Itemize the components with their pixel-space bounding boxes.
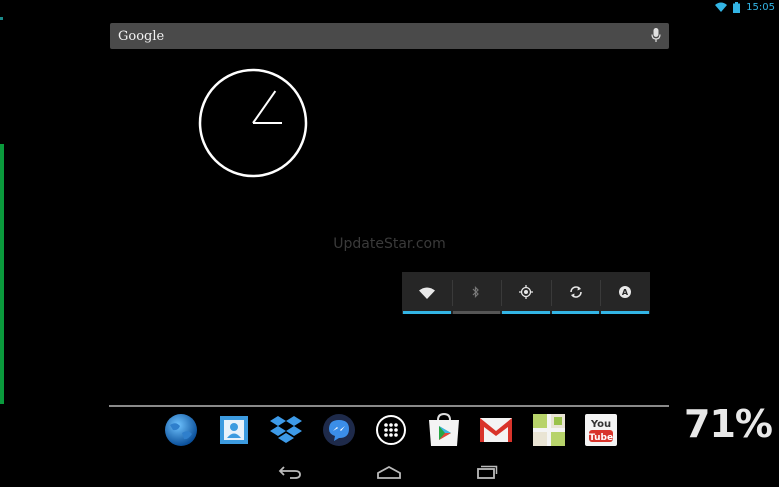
clock-hour-hand (252, 90, 277, 124)
contacts-app[interactable] (208, 412, 261, 452)
youtube-icon: You Tube (585, 414, 618, 450)
messenger-app[interactable] (313, 412, 366, 452)
gps-toggle[interactable] (501, 272, 551, 314)
home-icon (376, 464, 402, 483)
back-button[interactable] (270, 462, 310, 484)
app-dock: You Tube (155, 412, 628, 452)
gmail-app[interactable] (470, 412, 523, 452)
wifi-icon (715, 2, 728, 12)
corner-indicator (0, 17, 3, 20)
battery-percent-widget[interactable]: 71% (684, 402, 773, 446)
bluetooth-icon (472, 284, 480, 303)
maps-icon (532, 413, 566, 451)
wifi-icon (418, 284, 435, 303)
gmail-icon (479, 416, 513, 448)
bluetooth-toggle[interactable] (451, 272, 502, 314)
sync-icon (569, 284, 583, 303)
recent-apps-icon (476, 464, 498, 483)
home-button[interactable] (369, 462, 409, 484)
messenger-icon (322, 413, 356, 451)
sync-indicator (551, 311, 600, 314)
gps-icon (518, 284, 533, 303)
globe-icon (164, 413, 198, 451)
google-logo: Google (118, 28, 165, 44)
watermark-text: UpdateStar.com (333, 236, 446, 252)
dropbox-icon (269, 414, 303, 450)
bluetooth-indicator (452, 311, 501, 314)
brightness-indicator (601, 311, 649, 314)
browser-app[interactable] (155, 412, 208, 452)
play-store-icon (427, 412, 461, 452)
left-edge-handle[interactable] (0, 144, 4, 404)
power-control-widget: A (402, 272, 650, 314)
dock-divider (109, 405, 669, 407)
contacts-icon (218, 414, 250, 450)
status-bar: 15:05 (715, 0, 779, 14)
maps-app[interactable] (523, 412, 576, 452)
youtube-label-bottom: Tube (589, 433, 613, 443)
play-store-app[interactable] (418, 412, 471, 452)
sync-toggle[interactable] (550, 272, 601, 314)
wifi-toggle[interactable] (402, 272, 452, 314)
brightness-auto-icon: A (618, 284, 632, 303)
app-grid-icon (375, 414, 407, 450)
all-apps-button[interactable] (365, 412, 418, 452)
battery-icon (733, 1, 741, 13)
youtube-app[interactable]: You Tube (575, 412, 628, 452)
dropbox-app[interactable] (260, 412, 313, 452)
recent-apps-button[interactable] (467, 462, 507, 484)
status-time: 15:05 (746, 1, 775, 13)
analog-clock-widget[interactable] (198, 68, 308, 178)
mic-icon[interactable] (651, 28, 661, 47)
back-icon (278, 464, 302, 483)
youtube-label-top: You (590, 419, 611, 430)
wifi-indicator (403, 311, 451, 314)
gps-indicator (502, 311, 550, 314)
google-search-bar[interactable]: Google (110, 23, 669, 49)
brightness-toggle[interactable]: A (600, 272, 650, 314)
svg-text:A: A (622, 288, 629, 297)
